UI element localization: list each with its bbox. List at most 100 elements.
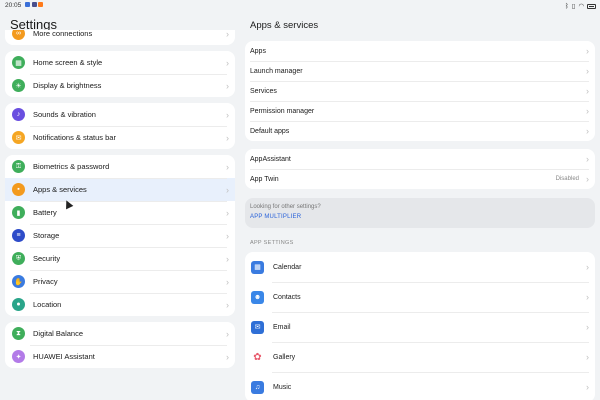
menu-item-services[interactable]: Services › xyxy=(245,81,595,101)
status-right: ᛒ ▯ ◠ xyxy=(565,2,596,10)
sidebar-item-digital-balance[interactable]: ⧗ Digital Balance › xyxy=(5,322,235,345)
app-item-gallery[interactable]: ✿ Gallery › xyxy=(245,342,595,372)
privacy-icon: ✋ xyxy=(12,275,25,288)
menu-item-value: Disabled xyxy=(555,176,579,182)
sidebar-item-label: More connections xyxy=(33,30,93,38)
bluetooth-icon: ᛒ xyxy=(564,2,569,10)
sidebar-item-more-connections[interactable]: ∞ More connections › xyxy=(5,30,235,45)
apps-icon: ▪ xyxy=(12,183,25,196)
sidebar-item-apps-and-services[interactable]: ▪ Apps & services › xyxy=(5,178,235,201)
sidebar-item-home-screen-and-style[interactable]: ▦ Home screen & style › xyxy=(5,51,235,74)
sidebar-item-label: Storage xyxy=(33,231,60,240)
bell-icon: ✉ xyxy=(12,131,25,144)
app-item-email[interactable]: ✉ Email › xyxy=(245,312,595,342)
chevron-right-icon: › xyxy=(226,230,229,241)
menu-item-label: Apps xyxy=(250,47,266,55)
app-item-label: Email xyxy=(273,323,291,331)
home-screen-icon: ▦ xyxy=(12,56,25,69)
menu-item-launch-manager[interactable]: Launch manager › xyxy=(245,61,595,81)
sidebar-item-label: Notifications & status bar xyxy=(33,133,116,142)
chevron-right-icon: › xyxy=(586,382,589,392)
menu-item-app-twin[interactable]: App Twin Disabled › xyxy=(245,169,595,189)
chevron-right-icon: › xyxy=(586,322,589,332)
menu-item-apps[interactable]: Apps › xyxy=(245,41,595,61)
app-item-label: Calendar xyxy=(273,263,302,271)
other-settings-hint: Looking for other settings? APP MULTIPLI… xyxy=(245,198,595,228)
hint-question: Looking for other settings? xyxy=(250,204,321,210)
app-item-contacts[interactable]: ☻ Contacts › xyxy=(245,282,595,312)
chevron-right-icon: › xyxy=(586,292,589,302)
chevron-right-icon: › xyxy=(226,351,229,362)
sidebar-item-label: Apps & services xyxy=(33,185,87,194)
notification-icon-1 xyxy=(25,2,30,7)
sidebar-item-label: Location xyxy=(33,300,62,309)
key-icon: ⚿ xyxy=(12,160,25,173)
sidebar-item-battery[interactable]: ▮ Battery › xyxy=(5,201,235,224)
sidebar-item-biometrics-and-password[interactable]: ⚿ Biometrics & password › xyxy=(5,155,235,178)
menu-item-appassistant[interactable]: AppAssistant › xyxy=(245,149,595,169)
menu-item-label: Launch manager xyxy=(250,67,303,75)
menu-item-label: AppAssistant xyxy=(250,155,291,163)
notification-icons xyxy=(25,2,43,7)
sidebar-item-label: Home screen & style xyxy=(33,58,103,67)
app-multiplier-link[interactable]: APP MULTIPLIER xyxy=(250,214,590,220)
app-item-calendar[interactable]: ▦ Calendar › xyxy=(245,252,595,282)
notification-icon-3 xyxy=(38,2,43,7)
menu-item-default-apps[interactable]: Default apps › xyxy=(245,121,595,141)
sidebar-item-privacy[interactable]: ✋ Privacy › xyxy=(5,270,235,293)
display-icon: ☀ xyxy=(12,79,25,92)
chevron-right-icon: › xyxy=(586,352,589,362)
menu-item-label: Services xyxy=(250,87,277,95)
page-title: Apps & services xyxy=(250,20,319,31)
sidebar-item-sounds-and-vibration[interactable]: ♪ Sounds & vibration › xyxy=(5,103,235,126)
app-item-label: Contacts xyxy=(273,293,301,301)
gallery-icon: ✿ xyxy=(251,350,264,364)
link-icon: ∞ xyxy=(12,30,25,40)
chevron-right-icon: › xyxy=(226,109,229,120)
email-icon: ✉ xyxy=(251,320,264,334)
chevron-right-icon: › xyxy=(226,30,229,39)
sidebar-item-display-and-brightness[interactable]: ☀ Display & brightness › xyxy=(5,74,235,97)
sidebar-item-huawei-assistant[interactable]: ✦ HUAWEI Assistant › xyxy=(5,345,235,368)
settings-group: ⧗ Digital Balance › ✦ HUAWEI Assistant › xyxy=(5,322,235,368)
status-time: 20:05 xyxy=(5,2,22,9)
sidebar-item-label: Digital Balance xyxy=(33,329,84,338)
settings-group: ♪ Sounds & vibration › ✉ Notifications & sta… xyxy=(5,103,235,149)
settings-group: ∞ More connections › xyxy=(5,30,235,45)
sidebar-item-label: Sounds & vibration xyxy=(33,110,96,119)
chevron-right-icon: › xyxy=(586,154,589,164)
chevron-right-icon: › xyxy=(226,57,229,68)
settings-list[interactable]: ∞ More connections › ▦ Home screen & style › ☀… xyxy=(5,30,235,400)
app-item-label: Gallery xyxy=(273,353,296,361)
settings-group: ⚿ Biometrics & password › ▪ Apps & services ›… xyxy=(5,155,235,316)
sidebar-item-label: Biometrics & password xyxy=(33,162,110,171)
chevron-right-icon: › xyxy=(586,174,589,184)
shield-icon: ⛨ xyxy=(12,252,25,265)
notification-icon-2 xyxy=(31,2,37,7)
storage-icon: ≡ xyxy=(12,229,25,242)
location-pin-icon: ● xyxy=(12,298,25,311)
chevron-right-icon: › xyxy=(586,126,589,136)
battery-status-icon xyxy=(587,3,596,9)
chevron-right-icon: › xyxy=(226,207,229,218)
sidebar-item-notifications-and-status-bar[interactable]: ✉ Notifications & status bar › xyxy=(5,126,235,149)
sidebar-item-storage[interactable]: ≡ Storage › xyxy=(5,224,235,247)
sidebar-item-location[interactable]: ● Location › xyxy=(5,293,235,316)
app-item-music[interactable]: ♫ Music › xyxy=(245,372,595,400)
app-settings-group: ▦ Calendar › ☻ Contacts › ✉ Email › ✿ Gallery › ♫ Mus… xyxy=(245,252,595,400)
sidebar-item-label: Privacy xyxy=(33,277,58,286)
settings-group: ▦ Home screen & style › ☀ Display & brightne… xyxy=(5,51,235,97)
wifi-icon: ◠ xyxy=(578,3,584,10)
chevron-right-icon: › xyxy=(586,46,589,56)
chevron-right-icon: › xyxy=(226,276,229,287)
chevron-right-icon: › xyxy=(226,184,229,195)
chevron-right-icon: › xyxy=(586,66,589,76)
assistant-icon: ✦ xyxy=(12,350,25,363)
sidebar-item-label: HUAWEI Assistant xyxy=(33,352,95,361)
sidebar-item-security[interactable]: ⛨ Security › xyxy=(5,247,235,270)
menu-item-permission-manager[interactable]: Permission manager › xyxy=(245,101,595,121)
app-item-label: Music xyxy=(273,383,292,391)
apps-services-group: Apps › Launch manager › Services › Permission … xyxy=(245,41,595,141)
chevron-right-icon: › xyxy=(586,262,589,272)
battery-icon: ▮ xyxy=(12,206,25,219)
